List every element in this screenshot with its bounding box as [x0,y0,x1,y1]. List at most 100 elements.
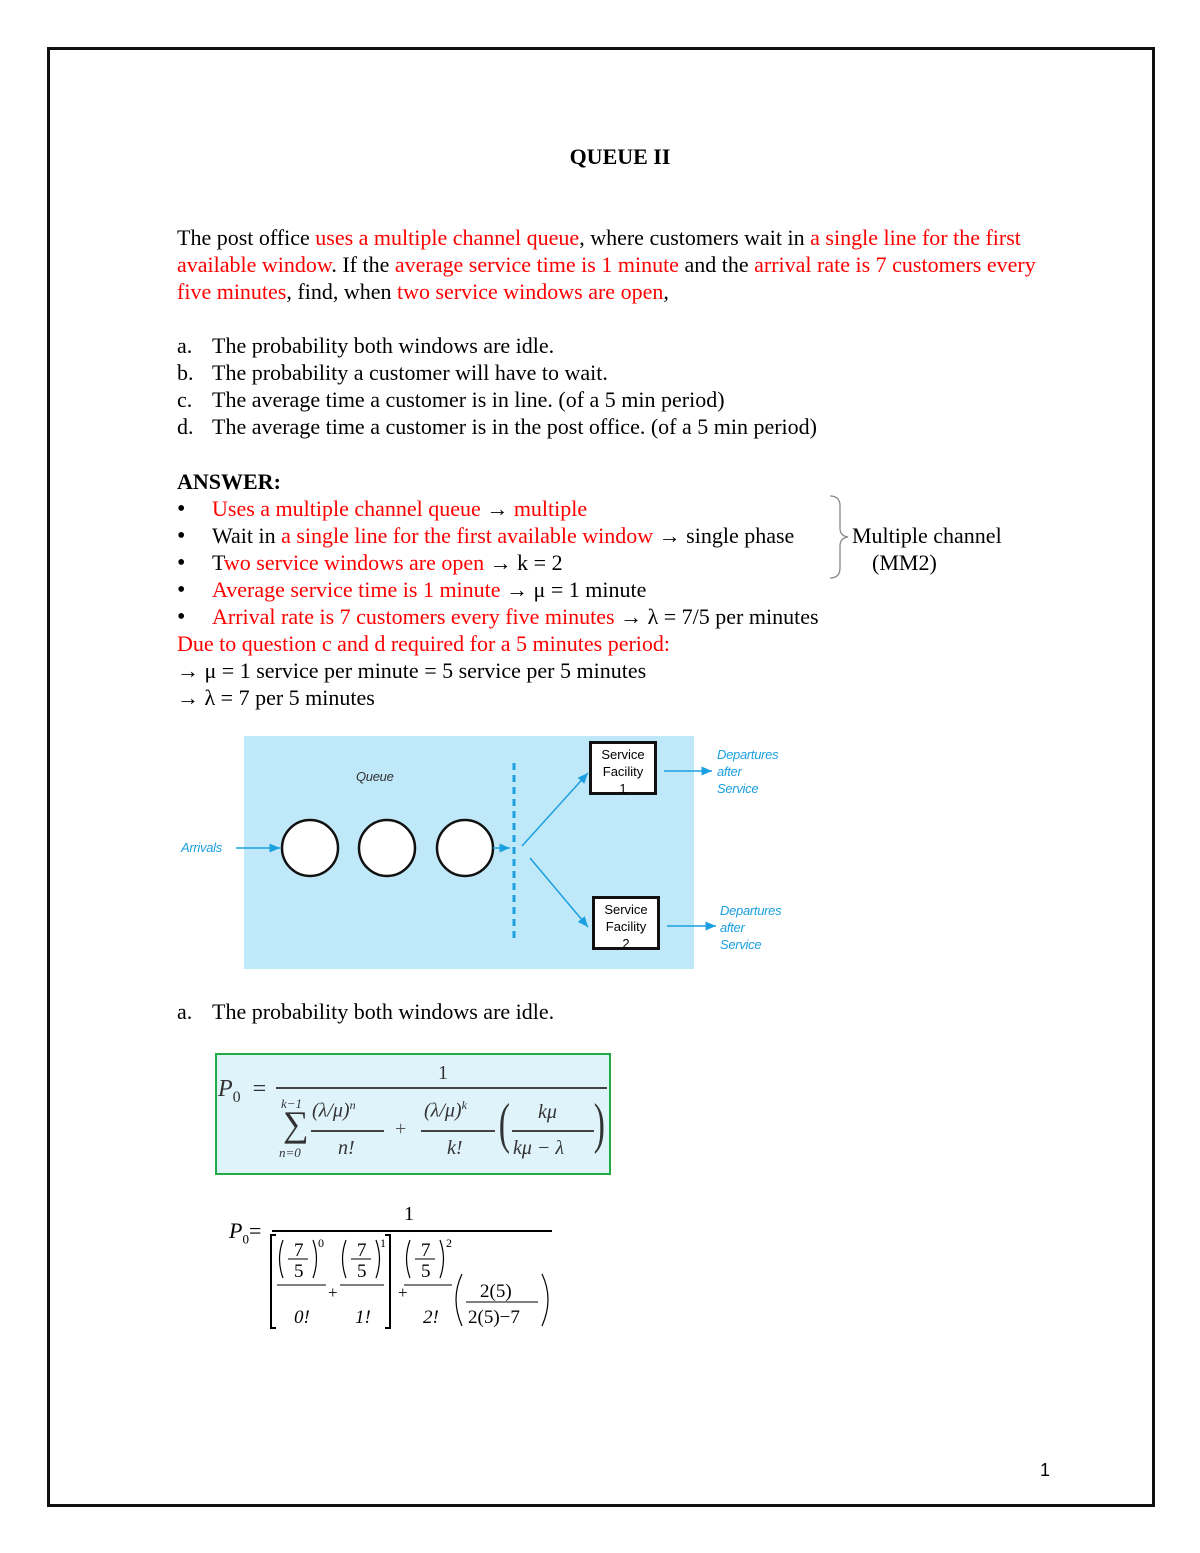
t1-exp: 0 [318,1236,324,1250]
formula-numerator: 1 [438,1062,448,1084]
ratio-num-subst: 2(5) [480,1281,512,1302]
question-text: The probability a customer will have to … [212,360,608,385]
plus-1: + [328,1283,338,1302]
intro-segment: . If the [331,252,395,277]
subst-numerator: 1 [404,1203,414,1225]
question-label: b. [177,360,194,385]
answer-bullet: Two service windows are open → k = 2 [177,549,563,577]
t2-exp: 1 [380,1236,386,1250]
facility-1-line-3: 1 [619,781,627,796]
intro-segment: uses a multiple channel queue [315,225,580,250]
bullet-segment: Average service time is 1 minute [212,577,501,602]
question-item: b. The probability a customer will have t… [177,359,608,386]
answer-heading: ANSWER: [177,469,281,494]
question-text: The average time a customer is in line. … [212,387,725,412]
term2-numerator: (λ/μ)k [424,1098,467,1123]
lambda-conversion: → λ = 7 per 5 minutes [177,685,375,710]
departures-1-line-1: Departures [717,747,779,762]
t1-num: 7 [294,1240,304,1261]
queue-label: Queue [356,769,394,784]
departures-1-line-2: after [717,764,742,779]
queue-customer-3 [435,818,495,878]
facility-2-line-3: 2 [622,936,630,951]
answer-bullet: Uses a multiple channel queue → multiple [177,495,587,523]
formula-plus: + [395,1118,407,1140]
arrivals-label: Arrivals [181,840,222,855]
bullet-segment: Arrival rate is 7 customers every five m… [212,604,615,629]
question-item: a. The probability both windows are idle. [177,332,554,359]
subst-equals: = [248,1218,262,1243]
intro-segment: two service windows are open [396,279,664,304]
plus-2: + [398,1283,408,1302]
service-facility-1: Service Facility 1 [589,741,657,796]
problem-statement: The post office uses a multiple channel … [177,224,1057,305]
bullet-segment: a single line for the first available wi… [281,523,654,548]
t2-den: 5 [357,1261,367,1282]
term1-bar [311,1130,384,1132]
bullet-icon [177,522,212,550]
departures-2-line-3: Service [720,937,762,952]
queue-customer-2 [357,818,417,878]
question-label: d. [177,414,194,439]
formula-lhs-sub: 0 [232,1088,241,1106]
bullet-segment: Wait in [212,523,282,548]
bullet-segment: → [480,496,514,521]
left-paren: ( [498,1093,510,1155]
branch-arrow-2 [529,857,589,928]
brace-label: Multiple channel [852,523,1002,548]
formula-lhs-p: P [218,1076,233,1102]
bullet-segment: → single phase [653,523,795,548]
answer-bullet: Wait in a single line for the first avai… [177,522,794,550]
question-item: c. The average time a customer is in line… [177,386,725,413]
answer-bullet: Arrival rate is 7 customers every five m… [177,603,819,631]
page-title: QUEUE II [569,144,671,169]
subst-lhs: P0= [229,1218,261,1247]
term1-denominator: n! [338,1137,355,1159]
t1-fact: 0! [294,1307,310,1328]
term2-base: (λ/μ) [424,1099,462,1122]
facility-1-line-2: Facility [602,764,644,779]
formula-fraction-bar [276,1087,607,1089]
term1-base: (λ/μ) [312,1099,350,1122]
t3-num: 7 [421,1240,431,1261]
facility-1-line-1: Service [601,747,645,762]
question-text: The probability both windows are idle. [212,333,555,358]
t2-fact: 1! [355,1307,371,1328]
intro-segment: , where customers wait in [579,225,811,250]
question-text: The average time a customer is in the po… [212,414,817,439]
intro-segment: average service time is 1 minute [394,252,679,277]
term1-exponent: n [349,1098,356,1112]
bullet-segment: → k = 2 [484,550,563,575]
bullet-icon [177,495,212,523]
ratio-denominator: kμ − λ [513,1137,565,1159]
departures-label-2: Departures after Service [720,902,782,953]
answer-bullet: Average service time is 1 minute → μ = 1… [177,576,646,604]
departures-1-line-3: Service [717,781,759,796]
subst-lhs-p: P [229,1218,243,1243]
ratio-bar [512,1130,594,1132]
ratio-den-subst: 2(5)−7 [468,1307,520,1328]
curly-brace-icon [829,495,849,579]
bullet-icon [177,603,212,631]
departures-2-line-2: after [720,920,745,935]
departures-label-1: Departures after Service [717,746,779,797]
term2-bar [421,1130,495,1132]
bullet-icon [177,549,212,577]
facility-2-line-1: Service [604,902,648,917]
bullet-segment: → λ = 7/5 per minutes [614,604,819,629]
bullet-icon [177,576,212,604]
bullet-segment: multiple [513,496,588,521]
intro-segment: The post office [177,225,316,250]
sum-lower-limit: n=0 [279,1145,301,1160]
facility-2-line-2: Facility [605,919,647,934]
service-facility-2: Service Facility 2 [592,896,660,951]
bullet-segment: T [212,550,224,575]
intro-segment: , [663,279,669,304]
t3-fact: 2! [423,1307,439,1328]
bullet-segment: wo service windows are open [223,550,485,575]
term2-denominator: k! [447,1137,463,1159]
t2-num: 7 [357,1240,367,1261]
question-label: a. [177,333,193,358]
sum-icon: ∑ [283,1104,309,1144]
question-label: c. [177,387,193,412]
